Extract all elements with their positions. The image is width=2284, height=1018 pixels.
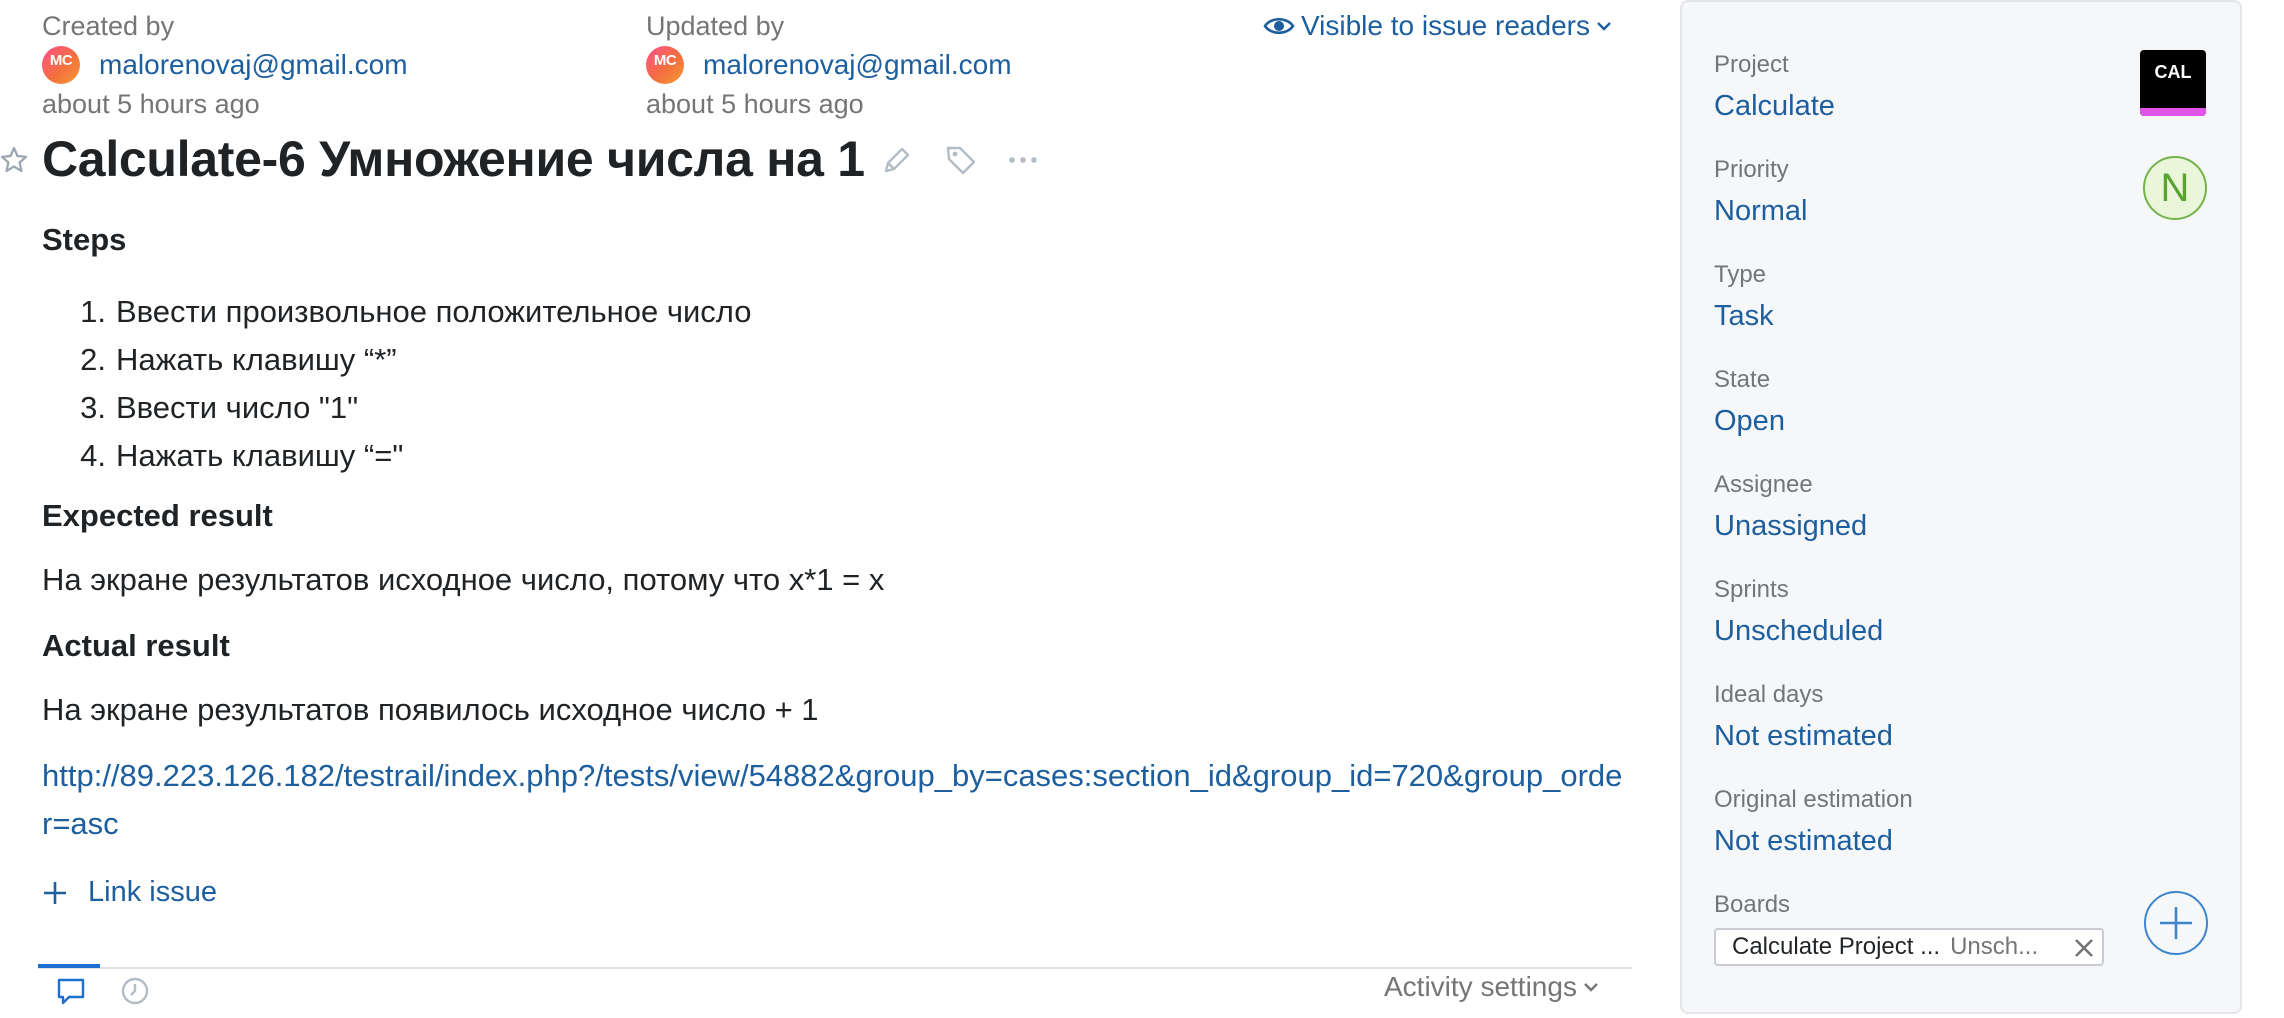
- project-logo-stripe: [2140, 108, 2206, 116]
- updated-by-user-link[interactable]: malorenovaj@gmail.com: [703, 49, 1012, 81]
- priority-field: Priority Normal: [1714, 155, 1807, 229]
- boards-label: Boards: [1714, 891, 1791, 918]
- assignee-label: Assignee: [1714, 471, 1813, 498]
- issue-main: Created by MC malorenovaj@gmail.com abou…: [0, 0, 1660, 1018]
- state-value[interactable]: Open: [1714, 403, 1785, 439]
- list-item: 1. Ввести произвольное положительное числ…: [70, 288, 752, 336]
- priority-label: Priority: [1714, 156, 1789, 183]
- tag-icon[interactable]: [944, 143, 978, 177]
- sprints-field: Sprints Unscheduled: [1714, 575, 1883, 649]
- board-sprint: Unsch...: [1950, 933, 2039, 960]
- priority-value[interactable]: Normal: [1714, 193, 1807, 229]
- step-number: 4.: [80, 438, 106, 473]
- project-value[interactable]: Calculate: [1714, 88, 1835, 124]
- sprints-value[interactable]: Unscheduled: [1714, 613, 1883, 649]
- activity-active-tab-indicator: [38, 964, 100, 968]
- original-estimation-label: Original estimation: [1714, 786, 1913, 813]
- created-time: about 5 hours ago: [42, 89, 260, 119]
- testrail-link[interactable]: http://89.223.126.182/testrail/index.php…: [42, 752, 1632, 848]
- ideal-days-field: Ideal days Not estimated: [1714, 680, 1893, 754]
- list-item: 4. Нажать клавишу “=": [70, 432, 752, 480]
- plus-icon: [44, 881, 66, 904]
- steps-heading: Steps: [42, 222, 127, 257]
- visibility-dropdown[interactable]: Visible to issue readers: [1263, 10, 1618, 42]
- type-field: Type Task: [1714, 260, 1774, 334]
- type-value[interactable]: Task: [1714, 298, 1774, 334]
- project-logo-text: CAL: [2154, 62, 2192, 82]
- activity-tabs: [56, 976, 150, 1011]
- activity-divider: [38, 967, 1632, 969]
- updated-by-block: Updated by MC malorenovaj@gmail.com abou…: [646, 10, 1012, 120]
- step-number: 1.: [80, 294, 106, 329]
- step-text: Ввести число "1": [116, 390, 359, 425]
- list-item: 2. Нажать клавишу “*”: [70, 336, 752, 384]
- updated-by-label: Updated by: [646, 11, 785, 41]
- updated-time: about 5 hours ago: [646, 89, 864, 119]
- project-field: Project Calculate: [1714, 50, 1835, 124]
- actual-result-text: На экране результатов появилось исходное…: [42, 692, 819, 727]
- ideal-days-value[interactable]: Not estimated: [1714, 718, 1893, 754]
- comment-icon[interactable]: [56, 976, 86, 1011]
- type-label: Type: [1714, 261, 1767, 288]
- chevron-down-icon: [1584, 983, 1598, 992]
- activity-settings-label: Activity settings: [1384, 971, 1577, 1002]
- created-by-block: Created by MC malorenovaj@gmail.com abou…: [42, 10, 408, 120]
- chevron-down-icon: [1597, 22, 1611, 31]
- star-icon[interactable]: [0, 146, 28, 179]
- sprints-label: Sprints: [1714, 576, 1789, 603]
- expected-result-heading: Expected result: [42, 498, 273, 533]
- avatar: MC: [646, 46, 684, 84]
- title-toolbar: [880, 143, 1038, 177]
- eye-icon: [1263, 17, 1295, 35]
- expected-result-text: На экране результатов исходное число, по…: [42, 562, 885, 597]
- created-by-label: Created by: [42, 11, 175, 41]
- visibility-label: Visible to issue readers: [1301, 10, 1590, 41]
- assignee-field: Assignee Unassigned: [1714, 470, 1867, 544]
- step-number: 2.: [80, 342, 106, 377]
- step-text: Ввести произвольное положительное число: [116, 294, 752, 329]
- clock-icon[interactable]: [120, 976, 150, 1011]
- plus-circle-icon: [2160, 907, 2192, 939]
- actual-result-heading: Actual result: [42, 628, 230, 663]
- activity-settings-dropdown[interactable]: Activity settings: [1384, 971, 1599, 1003]
- ideal-days-label: Ideal days: [1714, 681, 1824, 708]
- project-logo: CAL: [2140, 50, 2206, 116]
- pencil-icon[interactable]: [880, 143, 914, 177]
- link-issue-button[interactable]: Link issue: [42, 876, 217, 909]
- link-issue-label: Link issue: [88, 876, 217, 908]
- project-label: Project: [1714, 51, 1789, 78]
- state-label: State: [1714, 366, 1771, 393]
- board-name: Calculate Project ...: [1732, 933, 1941, 960]
- issue-title: Calculate-6 Умножение числа на 1: [42, 131, 865, 187]
- original-estimation-field: Original estimation Not estimated: [1714, 785, 1913, 859]
- priority-badge[interactable]: N: [2143, 156, 2207, 220]
- boards-field: Boards: [1714, 890, 1790, 920]
- steps-list: 1. Ввести произвольное положительное числ…: [70, 288, 752, 480]
- list-item: 3. Ввести число "1": [70, 384, 752, 432]
- assignee-value[interactable]: Unassigned: [1714, 508, 1867, 544]
- step-number: 3.: [80, 390, 106, 425]
- state-field: State Open: [1714, 365, 1785, 439]
- board-tag[interactable]: Calculate Project ... Unsch...: [1714, 928, 2104, 966]
- original-estimation-value[interactable]: Not estimated: [1714, 823, 1913, 859]
- step-text: Нажать клавишу “=": [116, 438, 404, 473]
- step-text: Нажать клавишу “*”: [116, 342, 397, 377]
- issue-sidebar: Project Calculate CAL Priority Normal N …: [1680, 0, 2242, 1014]
- created-by-user-link[interactable]: malorenovaj@gmail.com: [99, 49, 408, 81]
- close-icon[interactable]: [2072, 936, 2096, 960]
- avatar: MC: [42, 46, 80, 84]
- ellipsis-icon[interactable]: [1008, 155, 1038, 165]
- add-board-button[interactable]: [2144, 891, 2208, 955]
